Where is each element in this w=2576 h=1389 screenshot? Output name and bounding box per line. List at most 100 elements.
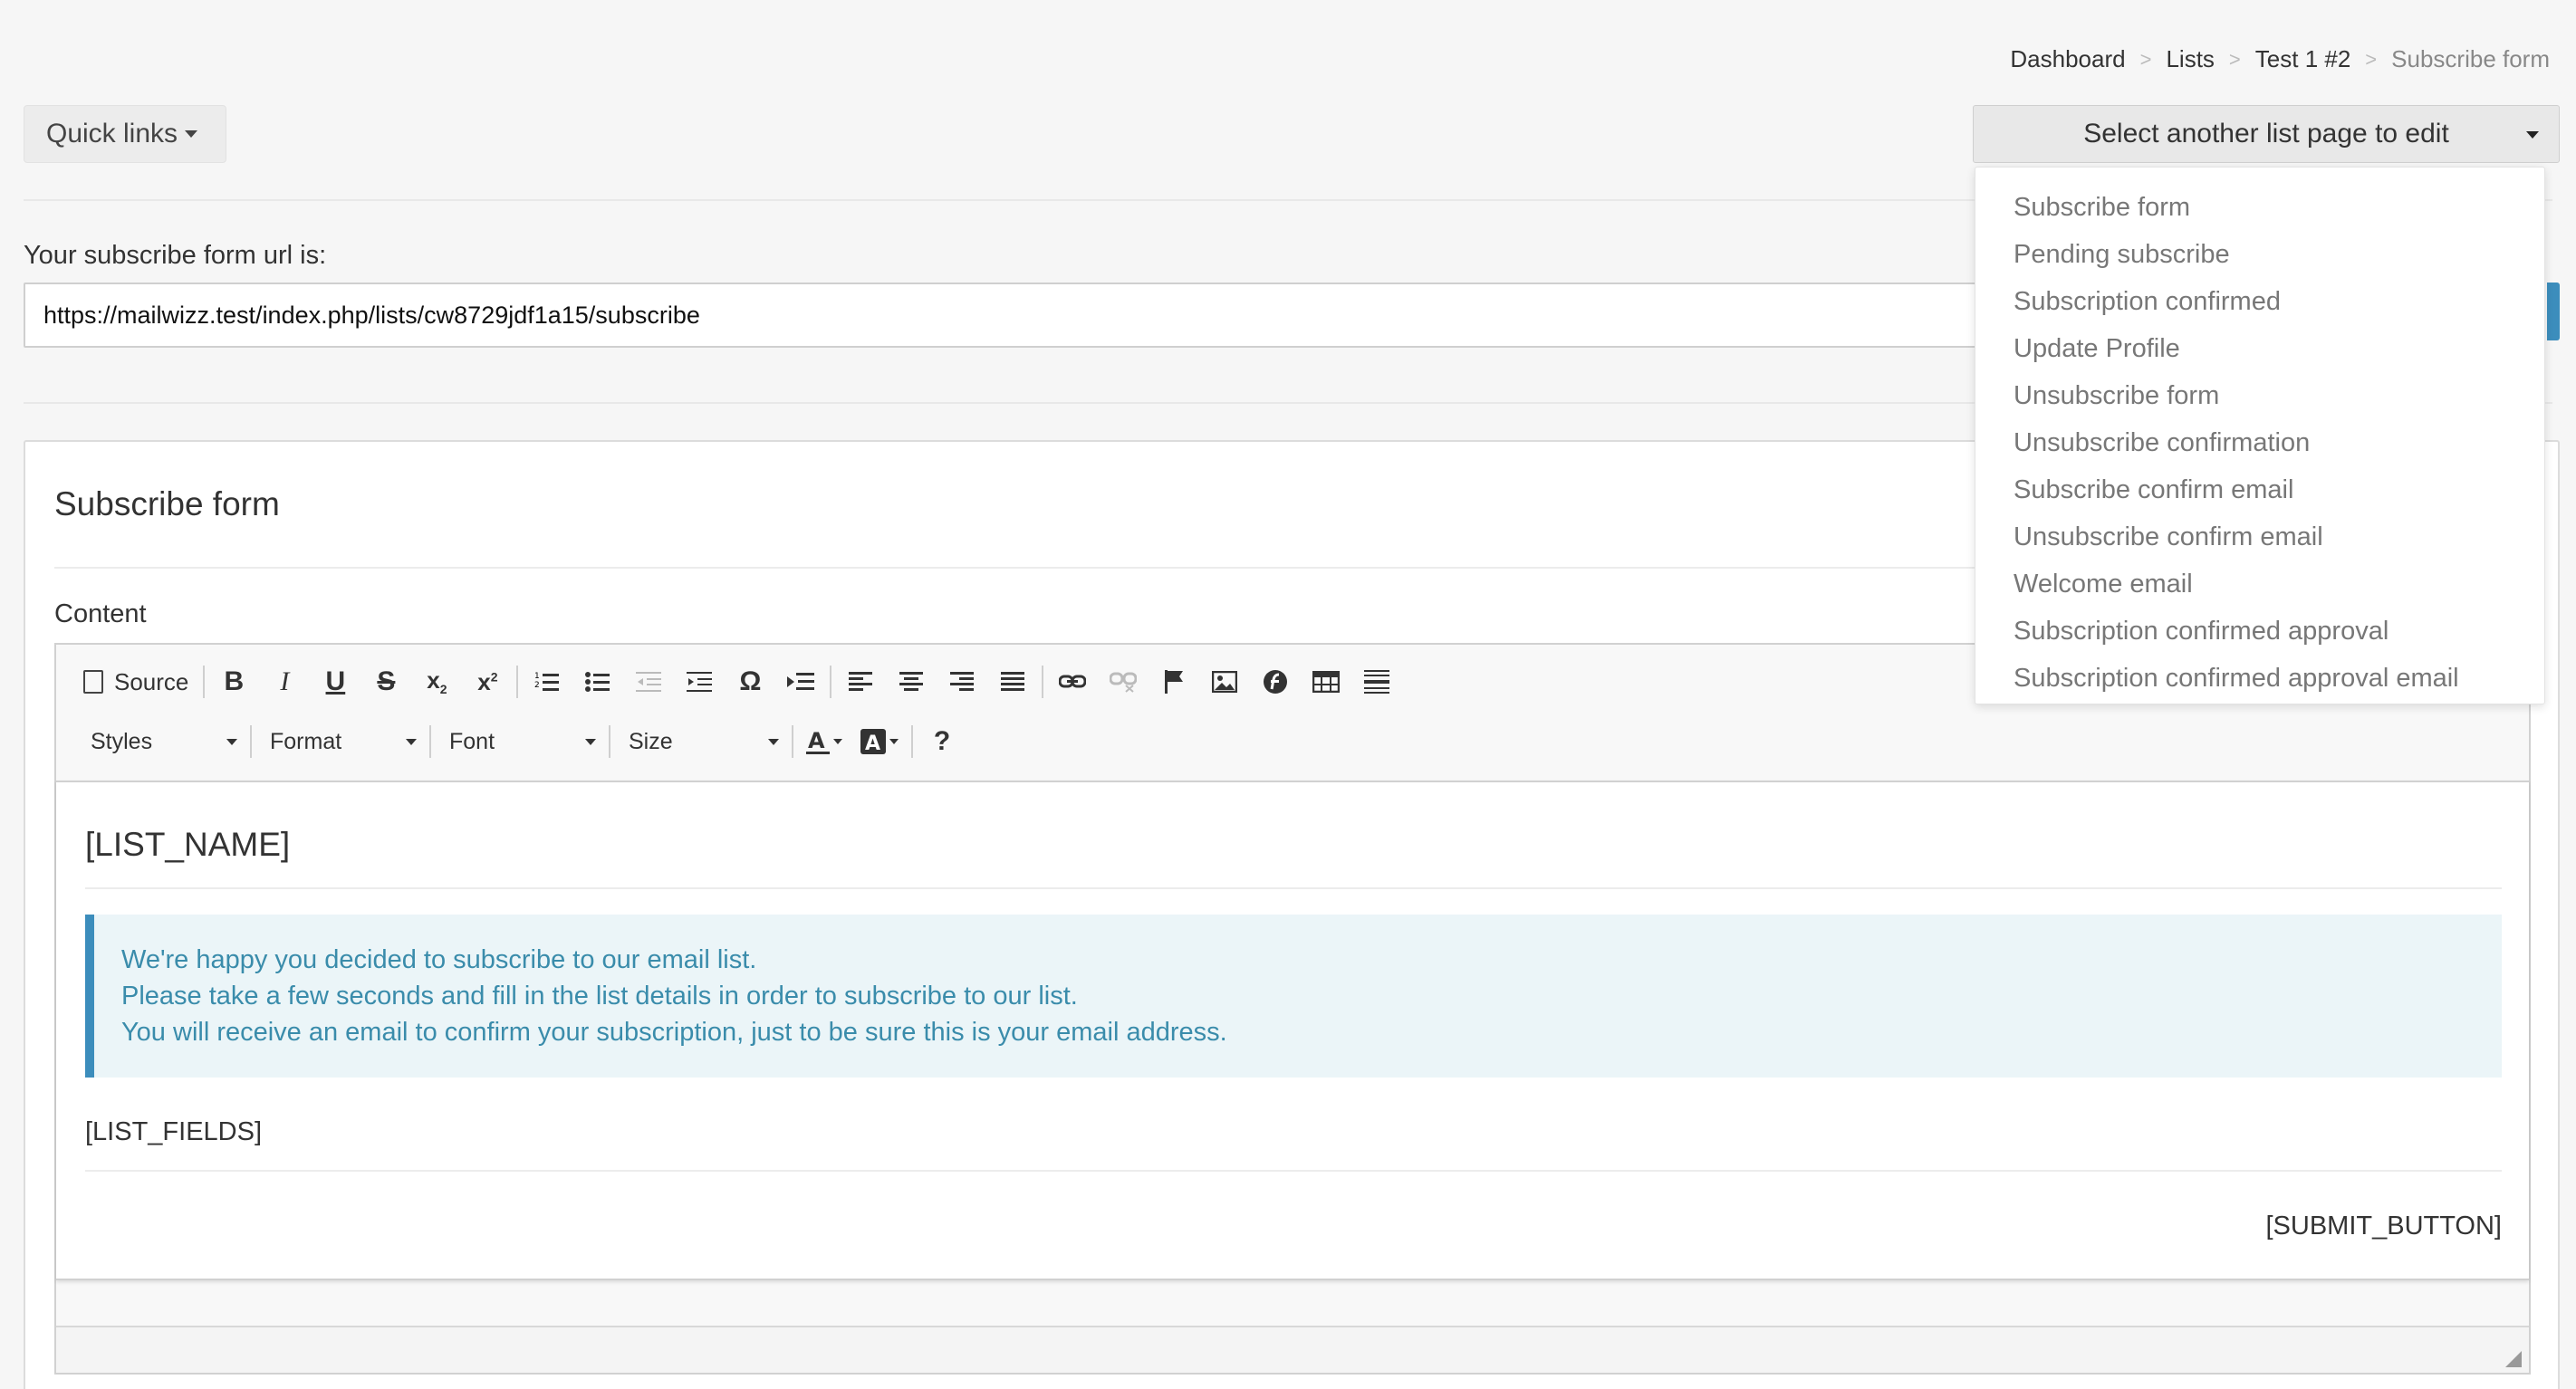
divider <box>85 887 2502 889</box>
align-center-button[interactable] <box>886 661 937 703</box>
toolbar-separator <box>516 666 519 698</box>
anchor-button[interactable] <box>1149 661 1199 703</box>
menu-item-subscribe-confirm-email[interactable]: Subscribe confirm email <box>1975 466 2544 513</box>
caret-down-icon <box>768 738 779 745</box>
menu-item-unsubscribe-confirmation[interactable]: Unsubscribe confirmation <box>1975 419 2544 466</box>
align-left-button[interactable] <box>835 661 886 703</box>
help-button[interactable]: ? <box>917 721 967 762</box>
toolbar-separator <box>1042 666 1044 698</box>
breadcrumb-list[interactable]: Test 1 #2 <box>2255 45 2351 73</box>
superscript-icon: x2 <box>477 667 498 695</box>
menu-item-unsubscribe-confirm-email[interactable]: Unsubscribe confirm email <box>1975 513 2544 560</box>
caret-down-icon <box>585 738 596 745</box>
subscript-icon: x2 <box>427 666 447 697</box>
caret-down-icon <box>833 739 842 744</box>
menu-item-subscription-confirmed-approval[interactable]: Subscription confirmed approval <box>1975 608 2544 655</box>
align-right-icon <box>950 672 975 691</box>
indent-icon <box>687 672 713 692</box>
format-dropdown[interactable]: Format <box>255 721 426 762</box>
underline-button[interactable]: U <box>310 661 360 703</box>
size-dropdown[interactable]: Size <box>614 721 788 762</box>
breadcrumb: Dashboard > Lists > Test 1 #2 > Subscrib… <box>2010 45 2550 73</box>
menu-item-subscription-confirmed[interactable]: Subscription confirmed <box>1975 278 2544 325</box>
link-icon <box>1059 675 1087 688</box>
menu-item-subscription-confirmed-approval-email[interactable]: Subscription confirmed approval email <box>1975 655 2544 702</box>
bulleted-list-button[interactable] <box>572 661 623 703</box>
strikethrough-icon: S <box>377 666 396 696</box>
superscript-button[interactable]: x2 <box>462 661 513 703</box>
editor-content-area[interactable]: [LIST_NAME] We're happy you decided to s… <box>56 781 2529 1280</box>
size-label: Size <box>629 728 673 754</box>
toolbar-separator <box>609 725 610 758</box>
svg-text:2: 2 <box>534 681 540 690</box>
styles-dropdown[interactable]: Styles <box>76 721 246 762</box>
background-color-button[interactable]: A <box>851 721 908 762</box>
submit-button-tag: [SUBMIT_BUTTON] <box>2265 1212 2503 1241</box>
editor-toolbar-row-1: Source B I U S x2 x2 12 Ω <box>76 659 1402 704</box>
numbered-list-button[interactable]: 12 <box>522 661 572 703</box>
menu-item-update-profile[interactable]: Update Profile <box>1975 325 2544 372</box>
styles-label: Styles <box>91 728 153 754</box>
source-icon <box>83 670 103 694</box>
svg-text:A: A <box>808 728 825 753</box>
bold-icon: B <box>224 666 245 696</box>
unlink-button[interactable] <box>1098 661 1149 703</box>
breadcrumb-separator: > <box>2228 47 2241 71</box>
svg-text:A: A <box>865 733 880 754</box>
list-fields-tag: [LIST_FIELDS] <box>85 1117 263 1146</box>
toolbar-separator <box>203 666 206 698</box>
subscript-button[interactable]: x2 <box>411 661 462 703</box>
select-list-page-label: Select another list page to edit <box>2083 119 2449 148</box>
numbered-list-icon: 12 <box>534 672 560 691</box>
table-button[interactable] <box>1301 661 1351 703</box>
toolbar-separator <box>830 666 832 698</box>
image-button[interactable] <box>1199 661 1250 703</box>
horizontal-line-icon <box>1364 670 1390 694</box>
toolbar-separator <box>911 725 913 758</box>
font-dropdown[interactable]: Font <box>435 721 605 762</box>
flash-button[interactable] <box>1250 661 1301 703</box>
select-list-page-dropdown[interactable]: Select another list page to edit <box>1973 105 2560 163</box>
callout-line: We're happy you decided to subscribe to … <box>121 945 757 974</box>
content-label: Content <box>54 599 147 628</box>
align-right-button[interactable] <box>937 661 987 703</box>
source-button[interactable]: Source <box>76 661 199 703</box>
special-character-button[interactable]: Ω <box>725 661 775 703</box>
resize-handle-icon[interactable] <box>2505 1351 2522 1367</box>
help-icon: ? <box>933 726 951 756</box>
quick-links-button[interactable]: Quick links <box>24 105 226 163</box>
menu-item-subscribe-form[interactable]: Subscribe form <box>1975 184 2544 231</box>
menu-item-welcome-email[interactable]: Welcome email <box>1975 560 2544 608</box>
align-left-icon <box>849 672 873 691</box>
outdent-icon <box>636 672 662 692</box>
caret-down-icon <box>226 738 237 745</box>
box-title: Subscribe form <box>54 485 280 522</box>
caret-down-icon <box>185 130 198 138</box>
menu-item-pending-subscribe[interactable]: Pending subscribe <box>1975 231 2544 278</box>
bold-button[interactable]: B <box>208 661 259 703</box>
italic-icon: I <box>280 666 290 696</box>
bulleted-list-icon <box>585 672 610 692</box>
svg-text:1: 1 <box>534 672 540 681</box>
strikethrough-button[interactable]: S <box>360 661 411 703</box>
horizontal-line-button[interactable] <box>1351 661 1402 703</box>
indent-button[interactable] <box>674 661 725 703</box>
toolbar-separator <box>792 725 793 758</box>
caret-down-icon <box>889 739 899 744</box>
align-center-icon <box>899 672 924 691</box>
omega-icon: Ω <box>739 666 762 696</box>
image-icon <box>1212 671 1238 693</box>
outdent-button[interactable] <box>623 661 674 703</box>
italic-button[interactable]: I <box>259 661 310 703</box>
blockquote-button[interactable] <box>775 661 826 703</box>
list-name-tag: [LIST_NAME] <box>85 826 291 863</box>
breadcrumb-dashboard[interactable]: Dashboard <box>2010 45 2125 73</box>
menu-item-unsubscribe-form[interactable]: Unsubscribe form <box>1975 372 2544 419</box>
justify-button[interactable] <box>987 661 1038 703</box>
text-color-button[interactable]: A <box>797 721 851 762</box>
link-button[interactable] <box>1047 661 1098 703</box>
subscribe-url-field[interactable]: https://mailwizz.test/index.php/lists/cw… <box>24 283 2016 348</box>
copy-url-button[interactable] <box>2547 283 2560 340</box>
breadcrumb-lists[interactable]: Lists <box>2166 45 2214 73</box>
blockquote-icon <box>787 673 815 690</box>
